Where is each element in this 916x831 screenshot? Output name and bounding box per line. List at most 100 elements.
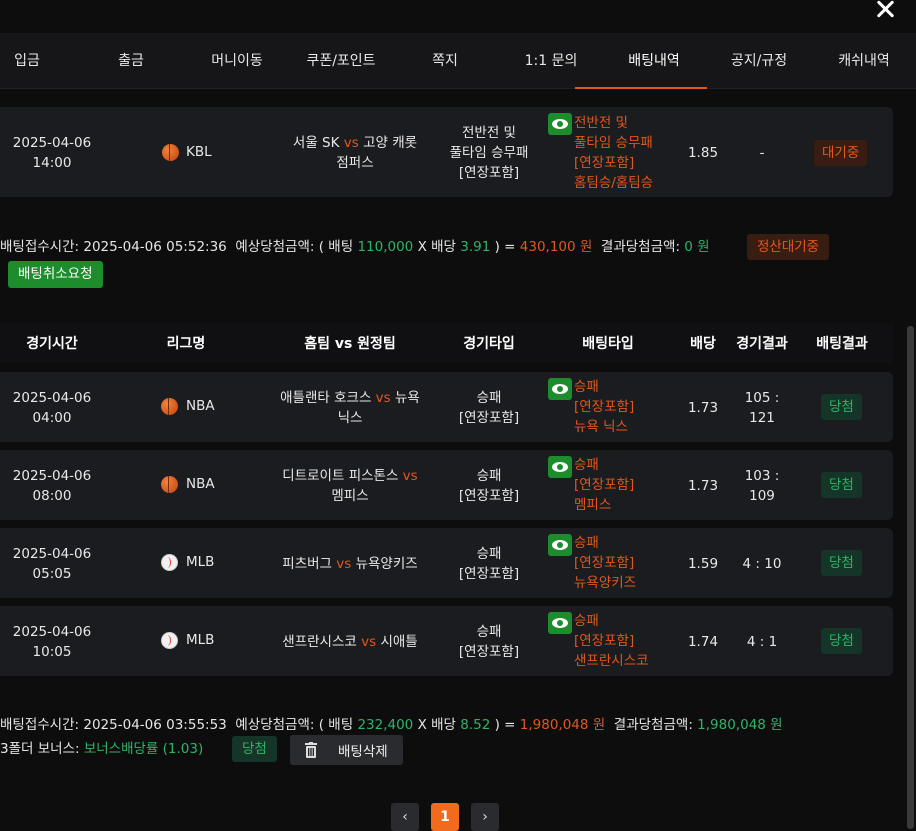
expected-close: ) = xyxy=(494,717,516,733)
game-type-line: [연장포함] xyxy=(458,488,520,504)
match-time: 2025-04-06 05:05 xyxy=(2,544,102,584)
tab-deposit[interactable]: 입금 xyxy=(0,33,82,89)
status-badge: 당첨 xyxy=(821,550,862,576)
vs-label: vs xyxy=(336,556,352,572)
eye-icon[interactable] xyxy=(548,456,572,478)
col-odds: 배당 xyxy=(690,336,716,352)
match-date: 2025-04-06 xyxy=(12,468,92,484)
game-type-line: 전반전 및 xyxy=(462,125,516,141)
eye-icon[interactable] xyxy=(548,113,572,135)
game-type-line: 승패 xyxy=(476,624,502,640)
bet-time-value: 2025-04-06 03:55:53 xyxy=(83,717,227,733)
cancel-request-button[interactable]: 배팅취소요청 xyxy=(8,261,103,288)
odds: 1.73 xyxy=(687,400,719,416)
vs-label: vs xyxy=(343,135,359,151)
result-label: 결과당첨금액: xyxy=(613,717,693,733)
bet-type-line: 승패 xyxy=(574,379,599,395)
col-match-time: 경기시간 xyxy=(26,336,78,352)
match-clock: 04:00 xyxy=(32,410,72,426)
league-name: MLB xyxy=(186,554,215,570)
expected-label: 예상당첨금액: xyxy=(235,717,315,733)
close-icon[interactable] xyxy=(872,0,900,24)
tab-messages[interactable]: 쪽지 xyxy=(390,33,500,89)
tab-inquiry[interactable]: 1:1 문의 xyxy=(496,33,606,89)
home-team: 샌프란시스코 xyxy=(282,634,357,650)
match-clock: 05:05 xyxy=(32,566,72,582)
tab-bet-history[interactable]: 배팅내역 xyxy=(599,33,709,89)
result-amount: 1,980,048 원 xyxy=(697,717,783,733)
table-row: 2025-04-06 10:05 MLB 샌프란시스코 vs 시애틀 승패 [연… xyxy=(0,606,893,676)
game-type: 승패 [연장포함] xyxy=(430,466,548,506)
tab-withdraw[interactable]: 출금 xyxy=(76,33,186,89)
trash-icon xyxy=(305,742,317,758)
table-row: 2025-04-06 04:00 NBA 애틀랜타 호크스 vs 뉴욕 닉스 승… xyxy=(0,372,893,442)
tab-money-transfer[interactable]: 머니이동 xyxy=(182,33,292,89)
odds: 1.59 xyxy=(687,556,719,572)
bonus-line: 3폴더 보너스: 보너스배당률 (1.03) xyxy=(0,739,203,759)
prev-page-button[interactable]: ‹ xyxy=(391,803,419,831)
teams: 피츠버그 vs 뉴욕양키즈 xyxy=(265,554,435,574)
teams: 디트로이트 피스톤스 vs 멤피스 xyxy=(265,466,435,506)
game-type-line: 승패 xyxy=(476,546,502,562)
game-type: 승패 [연장포함] xyxy=(430,388,548,428)
game-type-line: [연장포함] xyxy=(458,410,520,426)
tab-cash-history[interactable]: 캐쉬내역 xyxy=(809,33,916,89)
col-match-result: 경기결과 xyxy=(736,336,788,352)
match-clock: 08:00 xyxy=(32,488,72,504)
scrollbar[interactable] xyxy=(907,326,914,829)
game-type-line: [연장포함] xyxy=(458,644,520,660)
score-line: 105 : xyxy=(744,390,780,406)
baseball-icon xyxy=(161,632,178,649)
match-result: - xyxy=(759,145,765,161)
result-label: 결과당첨금액: xyxy=(600,239,680,255)
bet-summary: 배팅접수시간: 2025-04-06 03:55:53 예상당첨금액: ( 배팅… xyxy=(0,715,783,735)
away-team-cont: 닉스 xyxy=(337,410,363,426)
tab-notice-rules[interactable]: 공지/규정 xyxy=(704,33,814,89)
expected-label: 예상당첨금액: xyxy=(235,239,315,255)
bet-type: 승패 [연장포함] 샌프란시스코 xyxy=(574,611,649,671)
eye-icon[interactable] xyxy=(548,378,572,400)
away-team: 뉴욕 xyxy=(395,390,420,406)
teams: 애틀랜타 호크스 vs 뉴욕 닉스 xyxy=(265,388,435,428)
table-row: 2025-04-06 08:00 NBA 디트로이트 피스톤스 vs 멤피스 승… xyxy=(0,450,893,520)
match-result: 4 : 1 xyxy=(746,634,778,650)
bet-type-line: 홈팀승/홈팀승 xyxy=(574,175,654,191)
bet-type-line: 뉴욕 닉스 xyxy=(574,419,628,435)
expected-open: ( 배팅 xyxy=(318,717,354,733)
game-type-line: 풀타임 승무패 xyxy=(449,145,529,161)
status-badge: 당첨 xyxy=(821,628,862,654)
eye-icon[interactable] xyxy=(548,534,572,556)
match-clock: 10:05 xyxy=(32,644,72,660)
basketball-icon xyxy=(161,476,178,493)
bet-time-value: 2025-04-06 05:52:36 xyxy=(83,239,227,255)
match-date: 2025-04-06 xyxy=(12,390,92,406)
match-result: 4 : 10 xyxy=(742,556,782,572)
bet-type: 전반전 및 풀타임 승무패 [연장포함] 홈팀승/홈팀승 xyxy=(574,113,653,193)
status-badge: 당첨 xyxy=(232,736,277,762)
total-odds: 8.52 xyxy=(460,717,491,733)
bet-type-line: 풀타임 승무패 xyxy=(574,135,653,151)
tab-coupon-point[interactable]: 쿠폰/포인트 xyxy=(286,33,396,89)
score-line: 103 : xyxy=(744,468,780,484)
col-bet-result: 배팅결과 xyxy=(816,336,868,352)
table-row: 2025-04-06 14:00 KBL 서울 SK vs 고양 캐롯 점퍼스 … xyxy=(0,107,893,197)
home-team: 디트로이트 피스톤스 xyxy=(282,468,399,484)
away-team: 뉴욕양키즈 xyxy=(355,556,418,572)
league-name: MLB xyxy=(186,632,215,648)
eye-icon[interactable] xyxy=(548,612,572,634)
away-team-cont: 점퍼스 xyxy=(336,155,374,171)
teams: 서울 SK vs 고양 캐롯 점퍼스 xyxy=(265,133,445,173)
settlement-status-badge: 정산대기중 xyxy=(747,234,830,260)
teams: 샌프란시스코 vs 시애틀 xyxy=(265,632,435,652)
bonus-value: 보너스배당률 (1.03) xyxy=(83,741,204,757)
bet-type-line: 뉴욕양키즈 xyxy=(574,575,637,591)
bet-type-line: [연장포함] xyxy=(574,399,635,415)
bonus-label: 3폴더 보너스: xyxy=(0,741,80,757)
home-team: 애틀랜타 호크스 xyxy=(280,390,372,406)
odds-label: X 배당 xyxy=(417,717,456,733)
delete-bet-button[interactable]: 배팅삭제 xyxy=(290,735,403,765)
odds: 1.85 xyxy=(687,145,719,161)
table-row: 2025-04-06 05:05 MLB 피츠버그 vs 뉴욕양키즈 승패 [연… xyxy=(0,528,893,598)
next-page-button[interactable]: › xyxy=(471,803,499,831)
page-1-button[interactable]: 1 xyxy=(431,803,459,831)
